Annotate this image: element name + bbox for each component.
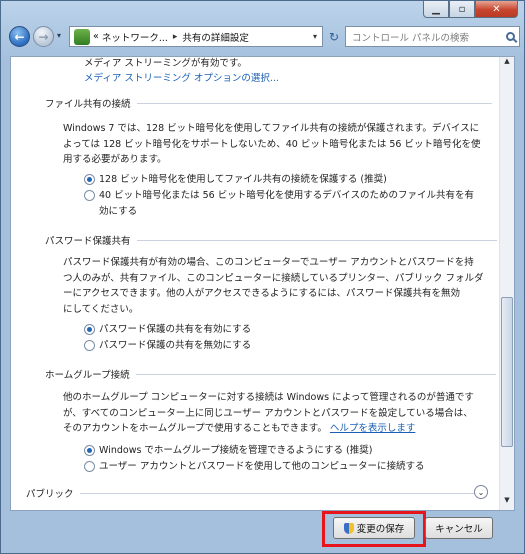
- radio-button[interactable]: [84, 340, 95, 351]
- media-streaming-status: メディア ストリーミングが有効です。: [84, 58, 247, 69]
- section-title: ホームグループ接続: [45, 370, 130, 381]
- minimize-button[interactable]: ▁: [423, 1, 449, 18]
- section-divider: [136, 102, 492, 104]
- radio-label: パスワード保護の共有を有効にする: [99, 324, 252, 335]
- radio-password-enable[interactable]: パスワード保護の共有を有効にする: [84, 322, 251, 338]
- recent-pages-dropdown[interactable]: ▾: [57, 31, 61, 40]
- desc-line-with-link: そのアカウントをホームグループで使用することもできます。 ヘルプを表示します: [63, 421, 495, 437]
- radio-128bit-encryption[interactable]: 128 ビット暗号化を使用してファイル共有の接続を保護する (推奨): [84, 172, 387, 188]
- scrollbar-thumb[interactable]: [501, 297, 513, 447]
- address-bar[interactable]: « ネットワーク... ▸ 共有の詳細設定 ▾: [69, 26, 323, 47]
- media-streaming-options-link[interactable]: メディア ストリーミング オプションの選択...: [84, 70, 279, 84]
- navigation-bar: ← → ▾ « ネットワーク... ▸ 共有の詳細設定 ▾ ↻ コントロール パ…: [5, 25, 520, 49]
- section-title: パブリック: [26, 489, 74, 500]
- radio-button[interactable]: [84, 190, 95, 201]
- address-dropdown-icon[interactable]: ▾: [308, 32, 322, 41]
- desc-line: つ人のみが、共有ファイル、このコンピューターに接続しているプリンター、パブリック…: [63, 272, 484, 284]
- section-homegroup-header[interactable]: ホームグループ接続: [45, 367, 496, 381]
- back-forward-group: ← → ▾: [9, 25, 69, 49]
- close-icon: ✕: [492, 3, 501, 15]
- radio-password-disable[interactable]: パスワード保護の共有を無効にする: [84, 338, 251, 354]
- maximize-icon: ▫: [458, 3, 466, 15]
- section-divider: [136, 239, 497, 241]
- radio-label-group: 40 ビット暗号化または 56 ビット暗号化を使用するデバイスのためのファイル共…: [99, 188, 474, 219]
- minimize-icon: ▁: [432, 3, 440, 15]
- save-label: 変更の保存: [356, 524, 405, 535]
- breadcrumb-separator[interactable]: ▸: [173, 32, 178, 42]
- desc-line: が、すべてのコンピューター上に同じユーザー アカウントとパスワードを設定している…: [63, 407, 473, 419]
- scroll-down-arrow-icon[interactable]: ▼: [500, 496, 514, 510]
- refresh-button[interactable]: ↻: [325, 26, 343, 47]
- cancel-button[interactable]: キャンセル: [425, 517, 493, 539]
- breadcrumb-advanced-sharing[interactable]: 共有の詳細設定: [182, 30, 249, 44]
- button-bar: 変更の保存 キャンセル: [1, 511, 524, 553]
- section-file-sharing-header[interactable]: ファイル共有の接続: [45, 96, 492, 110]
- radio-button-selected[interactable]: [84, 174, 95, 185]
- address-history-glyph[interactable]: «: [93, 31, 99, 42]
- arrow-right-icon: →: [38, 29, 49, 44]
- window: ▁ ▫ ✕ ← → ▾ « ネットワーク... ▸ 共有の詳細設定 ▾ ↻ コン…: [0, 0, 525, 554]
- radio-40-56bit-encryption[interactable]: 40 ビット暗号化または 56 ビット暗号化を使用するデバイスのためのファイル共…: [84, 188, 474, 219]
- radio-label: 128 ビット暗号化を使用してファイル共有の接続を保護する (推奨): [99, 174, 387, 185]
- network-center-icon: [74, 28, 90, 45]
- scroll-up-arrow-icon[interactable]: ▲: [500, 57, 514, 71]
- radio-label: ユーザー アカウントとパスワードを使用して他のコンピューターに接続する: [99, 461, 425, 472]
- save-changes-button[interactable]: 変更の保存: [333, 517, 415, 539]
- search-input[interactable]: コントロール パネルの検索: [345, 26, 520, 47]
- search-placeholder[interactable]: コントロール パネルの検索: [352, 30, 469, 44]
- help-link[interactable]: ヘルプを表示します: [330, 423, 416, 434]
- refresh-icon: ↻: [328, 29, 340, 44]
- radio-label: パスワード保護の共有を無効にする: [99, 340, 252, 351]
- desc-line: Windows 7 では、128 ビット暗号化を使用してファイル共有の接続が保護…: [63, 123, 480, 134]
- section-title: パスワード保護共有: [45, 236, 131, 247]
- search-icon[interactable]: [506, 32, 515, 41]
- section-divider: [79, 492, 475, 494]
- file-sharing-description: Windows 7 では、128 ビット暗号化を使用してファイル共有の接続が保護…: [63, 121, 495, 168]
- breadcrumb-network[interactable]: ネットワーク...: [102, 30, 168, 44]
- desc-line: パスワード保護共有が有効の場合、このコンピューターでユーザー アカウントとパスワ…: [63, 257, 474, 268]
- radio-button[interactable]: [84, 461, 95, 472]
- back-button[interactable]: ←: [9, 26, 30, 47]
- expand-chevron-icon[interactable]: ⌄: [474, 485, 488, 499]
- radio-label: Windows でホームグループ接続を管理できるようにする (推奨): [99, 445, 373, 456]
- caption-buttons: ▁ ▫ ✕: [423, 1, 518, 19]
- settings-content-pane: メディア ストリーミングが有効です。 メディア ストリーミング オプションの選択…: [10, 56, 515, 511]
- close-button[interactable]: ✕: [475, 1, 518, 18]
- radio-button-selected[interactable]: [84, 324, 95, 335]
- desc-line: にしてください。: [63, 303, 139, 315]
- maximize-button[interactable]: ▫: [449, 1, 475, 18]
- password-description: パスワード保護共有が有効の場合、このコンピューターでユーザー アカウントとパスワ…: [63, 255, 495, 317]
- desc-line: 他のホームグループ コンピューターに対する接続は Windows によって管理さ…: [63, 392, 474, 403]
- forward-button[interactable]: →: [33, 26, 54, 47]
- desc-line: ーにアクセスできます。他の人がアクセスできるようにするには、パスワード保護共有を…: [63, 288, 461, 299]
- desc-line: よっては 128 ビット暗号化をサポートしないため、40 ビット暗号化または 5…: [63, 138, 481, 150]
- vertical-scrollbar[interactable]: ▲ ▼: [499, 57, 514, 510]
- desc-line: そのアカウントをホームグループで使用することもできます。: [63, 423, 327, 434]
- section-public-header[interactable]: パブリック: [26, 486, 475, 500]
- section-title: ファイル共有の接続: [45, 99, 131, 110]
- radio-button-selected[interactable]: [84, 445, 95, 456]
- radio-user-accounts-homegroup[interactable]: ユーザー アカウントとパスワードを使用して他のコンピューターに接続する: [84, 459, 425, 475]
- section-password-header[interactable]: パスワード保護共有: [45, 233, 497, 247]
- section-divider: [135, 373, 496, 375]
- radio-label: 40 ビット暗号化または 56 ビット暗号化を使用するデバイスのためのファイル共…: [99, 190, 474, 201]
- cancel-label: キャンセル: [435, 524, 483, 535]
- arrow-left-icon: ←: [14, 29, 25, 44]
- radio-windows-manage-homegroup[interactable]: Windows でホームグループ接続を管理できるようにする (推奨): [84, 443, 372, 459]
- desc-line: 用する必要があります。: [63, 154, 167, 165]
- radio-label: 効にする: [99, 205, 138, 217]
- uac-shield-icon: [343, 522, 354, 534]
- homegroup-description: 他のホームグループ コンピューターに対する接続は Windows によって管理さ…: [63, 390, 495, 437]
